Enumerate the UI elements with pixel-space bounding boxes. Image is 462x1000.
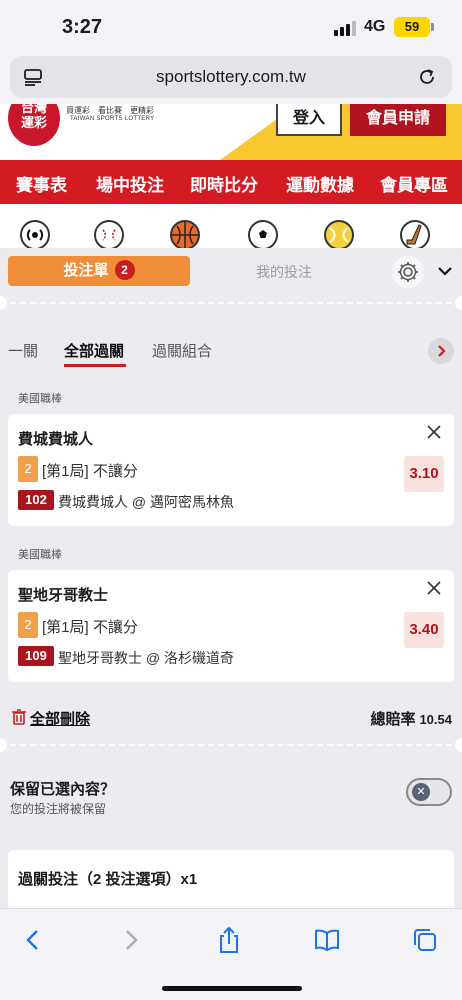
- divider-notch: [0, 296, 7, 310]
- tabs-icon[interactable]: [410, 925, 440, 955]
- divider: [0, 744, 462, 746]
- site-header: 台灣 運彩 買運彩 看比賽 更精彩 TAIWAN SPORTS LOTTERY …: [0, 104, 462, 160]
- network-type: 4G: [364, 18, 386, 35]
- nav-item-live-betting[interactable]: 場中投注: [96, 171, 164, 196]
- total-odds-value: 10.54: [419, 712, 452, 727]
- address-bar-area: sportslottery.com.tw: [0, 52, 462, 104]
- signal-icon: [334, 20, 358, 36]
- chevron-right-icon: [438, 345, 446, 357]
- divider-notch: [455, 296, 462, 310]
- soccer-icon[interactable]: [248, 220, 278, 248]
- address-bar[interactable]: sportslottery.com.tw: [10, 56, 452, 98]
- close-icon[interactable]: [426, 580, 442, 596]
- toggle-off-icon: ✕: [412, 783, 430, 801]
- sport-icons-row: [0, 204, 462, 248]
- status-bar: 3:27 4G 59: [0, 0, 462, 52]
- hockey-icon[interactable]: [400, 220, 430, 248]
- status-time: 3:27: [62, 16, 103, 38]
- battery-icon: 59: [394, 17, 430, 37]
- bet-count-badge: 2: [114, 260, 135, 280]
- divider-notch: [0, 738, 7, 752]
- pick-text: [第1局] 不讓分: [42, 619, 138, 636]
- live-icon[interactable]: [20, 220, 50, 248]
- divider: [0, 302, 462, 304]
- battery-tip: [431, 23, 434, 31]
- keep-selection-toggle[interactable]: ✕: [406, 778, 452, 806]
- logo-english: TAIWAN SPORTS LOTTERY: [70, 116, 155, 122]
- nav-item-live-scores[interactable]: 即時比分: [190, 171, 258, 196]
- login-button[interactable]: 登入: [276, 104, 342, 136]
- bet-card: 費城費城人 2 [第1局] 不讓分 102 費城費城人 @ 邁阿密馬林魚 3.1…: [8, 414, 454, 526]
- share-icon[interactable]: [214, 925, 244, 955]
- trash-icon: [12, 709, 26, 725]
- tab-single[interactable]: 一關: [8, 340, 38, 361]
- pick-number: 2: [18, 456, 38, 482]
- home-indicator: [162, 986, 302, 991]
- logo-text: 台灣 運彩: [20, 104, 47, 130]
- nav-item-member-area[interactable]: 會員專區: [380, 171, 448, 196]
- bet-slip-label: 投注單: [63, 262, 109, 279]
- league-label: 美國職棒: [18, 393, 62, 405]
- pick-number: 2: [18, 612, 38, 638]
- game-number: 109: [18, 646, 54, 666]
- site-logo[interactable]: 台灣 運彩: [8, 104, 60, 146]
- total-odds-label: 總賠率: [370, 711, 416, 728]
- odds-value: 3.40: [404, 612, 444, 648]
- nav-item-sports-data[interactable]: 運動數據: [286, 171, 354, 196]
- game-number: 102: [18, 490, 54, 510]
- tennis-icon[interactable]: [324, 220, 354, 248]
- tab-parlay-combo[interactable]: 過關組合: [152, 340, 212, 361]
- main-nav: 賽事表 場中投注 即時比分 運動數據 會員專區: [0, 160, 462, 204]
- active-tab-indicator: [64, 364, 126, 367]
- matchup-text: 聖地牙哥教士 @ 洛杉磯道奇: [58, 650, 234, 666]
- divider-notch: [455, 738, 462, 752]
- url-text[interactable]: sportslottery.com.tw: [10, 67, 452, 87]
- keep-selection-title: 保留已選內容？: [10, 781, 116, 798]
- tab-bet-slip[interactable]: 投注單 2: [8, 256, 190, 286]
- delete-all-button[interactable]: 全部刪除: [12, 708, 90, 729]
- bet-team: 費城費城人: [18, 431, 94, 448]
- parlay-summary-card: 過關投注（2 投注選項）x1: [8, 850, 454, 908]
- bet-team: 聖地牙哥教士: [18, 587, 109, 604]
- logo-tagline: 買運彩 看比賽 更精彩: [66, 106, 154, 115]
- settings-button[interactable]: [392, 256, 424, 288]
- chevron-down-icon[interactable]: [436, 262, 454, 280]
- odds-value: 3.10: [404, 456, 444, 492]
- basketball-icon[interactable]: [170, 220, 200, 248]
- bet-slip-panel: 投注單 2 我的投注 一關 全部過關 過關組合 美國職棒 費城費城人 2 [第1局…: [0, 248, 462, 908]
- back-icon[interactable]: [18, 925, 48, 955]
- forward-icon[interactable]: [116, 925, 146, 955]
- baseball-icon[interactable]: [94, 220, 124, 248]
- total-odds: 總賠率 10.54: [370, 708, 452, 729]
- bookmarks-icon[interactable]: [312, 925, 342, 955]
- tab-my-bets[interactable]: 我的投注: [222, 262, 346, 282]
- reload-icon[interactable]: [416, 66, 438, 88]
- scroll-tabs-button[interactable]: [428, 338, 454, 364]
- delete-all-label: 全部刪除: [30, 711, 91, 728]
- gear-icon: [398, 262, 418, 282]
- league-label: 美國職棒: [18, 549, 62, 561]
- pick-text: [第1局] 不讓分: [42, 463, 138, 480]
- tab-all-parlay[interactable]: 全部過關: [64, 340, 124, 361]
- bet-card: 聖地牙哥教士 2 [第1局] 不讓分 109 聖地牙哥教士 @ 洛杉磯道奇 3.…: [8, 570, 454, 682]
- parlay-summary-title: 過關投注（2 投注選項）x1: [18, 871, 198, 888]
- close-icon[interactable]: [426, 424, 442, 440]
- nav-item-schedule[interactable]: 賽事表: [16, 171, 67, 196]
- keep-selection-subtitle: 您的投注將被保留: [10, 802, 107, 816]
- signup-button[interactable]: 會員申請: [350, 104, 446, 136]
- matchup-text: 費城費城人 @ 邁阿密馬林魚: [58, 494, 234, 510]
